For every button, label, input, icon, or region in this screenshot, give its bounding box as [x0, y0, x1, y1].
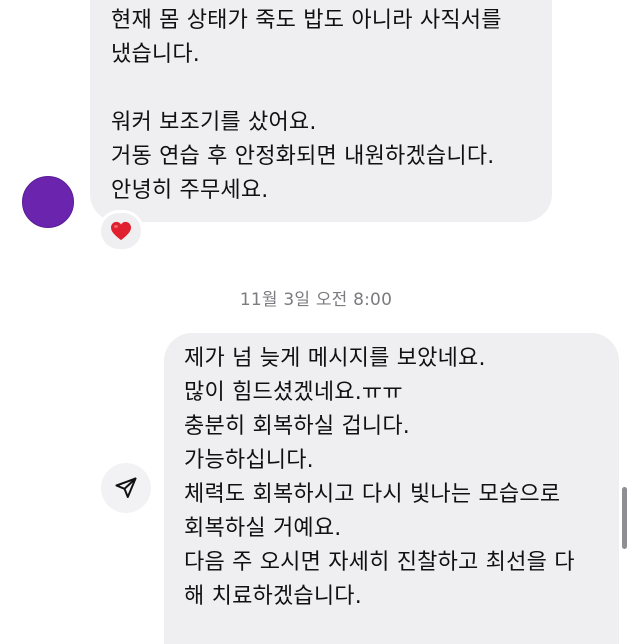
message-line: 거동 연습 후 안정화되면 내원하겠습니다.	[111, 144, 495, 169]
heart-reaction[interactable]	[98, 210, 144, 252]
chat-screen: 현재 몸 상태가 죽도 밥도 아니라 사직서를 냈습니다. 워커 보조기를 샀어…	[0, 0, 632, 644]
share-icon	[115, 477, 137, 498]
message-line: 다음 주 오시면 자세히 진찰하고 최선을 다	[184, 550, 575, 575]
message-line: 안녕히 주무세요.	[111, 178, 269, 203]
message-timestamp: 11월 3일 오전 8:00	[239, 290, 393, 310]
message-line: 냈습니다.	[111, 42, 200, 67]
message-line: 제가 넘 늦게 메시지를 보았네요.	[184, 346, 486, 371]
message-line: 회복하실 거예요.	[184, 516, 342, 541]
message-line: 워커 보조기를 샀어요.	[111, 110, 317, 135]
message-line: 해 치료하겠습니다.	[184, 584, 362, 609]
incoming-message-bubble[interactable]: 현재 몸 상태가 죽도 밥도 아니라 사직서를 냈습니다. 워커 보조기를 샀어…	[90, 0, 552, 222]
message-line: 현재 몸 상태가 죽도 밥도 아니라 사직서를	[111, 8, 502, 33]
outgoing-message-bubble[interactable]: 제가 넘 늦게 메시지를 보았네요. 많이 힘드셨겠네요.ㅠㅠ 충분히 회복하실…	[164, 333, 619, 644]
heart-icon	[111, 221, 131, 241]
share-button[interactable]	[101, 463, 151, 513]
scrollbar[interactable]	[622, 487, 627, 549]
message-line: 체력도 회복하시고 다시 빛나는 모습으로	[184, 482, 561, 507]
message-line: 많이 힘드셨겠네요.ㅠㅠ	[184, 380, 403, 405]
avatar[interactable]	[22, 176, 74, 228]
message-line: 충분히 회복하실 겁니다.	[184, 414, 410, 439]
message-line: 가능하십니다.	[184, 448, 314, 473]
